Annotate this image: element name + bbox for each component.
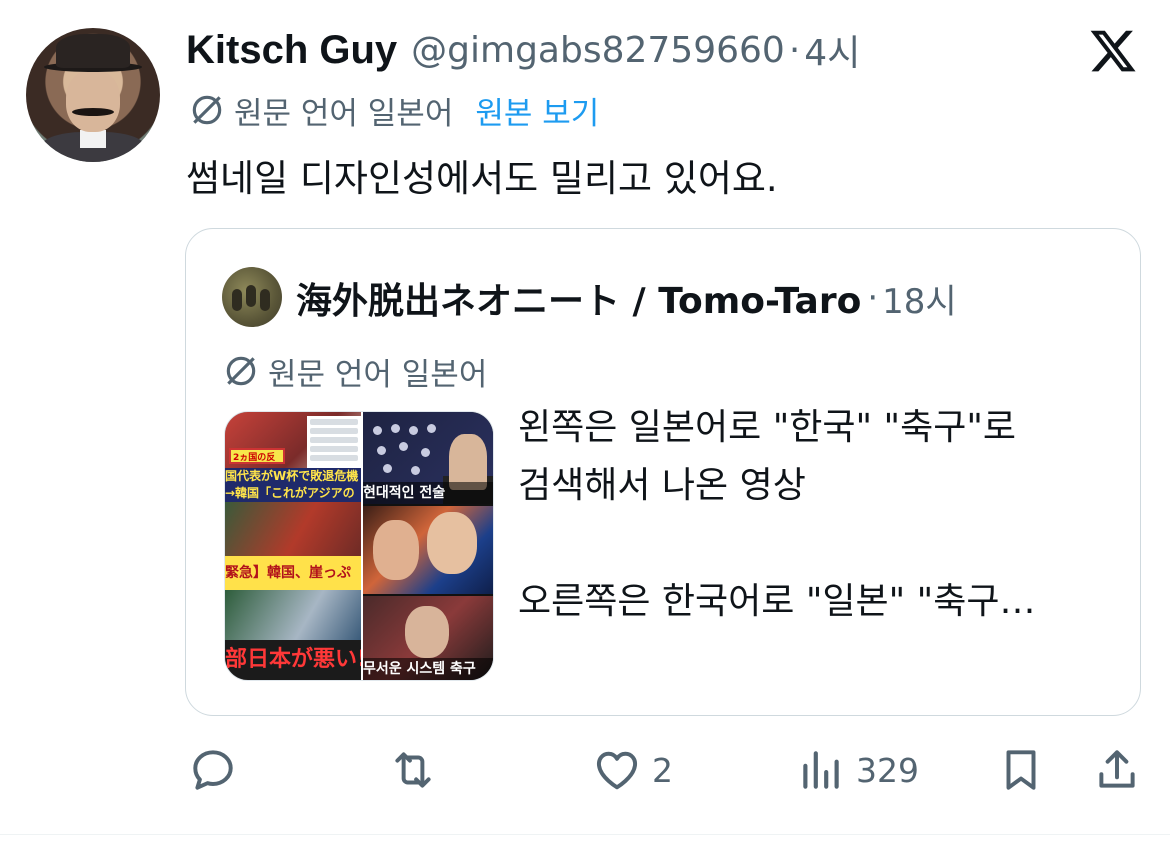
views-chart-icon bbox=[803, 751, 839, 789]
thumb-caption-right-2: 무서운 시스템 축구 bbox=[363, 658, 493, 680]
reply-button[interactable] bbox=[188, 744, 248, 796]
translation-row: 원문 언어 일본어 원본 보기 bbox=[188, 88, 599, 132]
thumb-caption-left-2: 緊急】韓国、崖っぷち bbox=[225, 556, 361, 590]
translate-icon bbox=[192, 95, 222, 125]
translation-note: 원문 언어 일본어 bbox=[234, 95, 454, 132]
author-name[interactable]: Kitsch Guy bbox=[186, 28, 397, 73]
bookmark-icon bbox=[1006, 750, 1036, 790]
quoted-tweet-timestamp[interactable]: 18시 bbox=[882, 274, 957, 323]
heart-icon bbox=[596, 751, 638, 790]
retweet-icon bbox=[395, 752, 431, 788]
retweet-button[interactable] bbox=[388, 744, 448, 796]
quoted-media-thumbnail[interactable]: 2ヵ国の反応! 国代表がW杯で敗退危機→韓国「これがアジアの虎 緊急】韓国、崖っ… bbox=[224, 411, 494, 681]
share-button[interactable] bbox=[1092, 744, 1142, 796]
show-original-link[interactable]: 원본 보기 bbox=[475, 88, 599, 133]
quoted-author-avatar[interactable] bbox=[222, 267, 282, 327]
tweet-timestamp[interactable]: 4시 bbox=[804, 24, 860, 76]
translate-icon bbox=[226, 356, 256, 386]
bookmark-button[interactable] bbox=[996, 744, 1046, 796]
views-count: 329 bbox=[856, 750, 919, 790]
views-button[interactable]: 329 bbox=[796, 744, 919, 796]
x-logo-icon[interactable] bbox=[1088, 26, 1138, 76]
action-bar: 2 329 bbox=[0, 738, 1170, 802]
quoted-tweet-header: 海外脱出ネオニート / Tomo-Taro · 18시 bbox=[296, 271, 957, 325]
thumb-caption-right-1: 현대적인 전술 bbox=[363, 482, 493, 504]
tweet-text: 썸네일 디자인성에서도 밀리고 있어요. bbox=[186, 157, 778, 200]
header-separator: · bbox=[788, 29, 801, 71]
quoted-header-separator: · bbox=[867, 278, 879, 318]
quoted-tweet-text: 왼쪽은 일본어로 "한국" "축구"로 검색해서 나온 영상 오른쪽은 한국어로… bbox=[518, 407, 1036, 622]
quoted-translation-row: 원문 언어 일본어 bbox=[222, 349, 487, 393]
author-handle[interactable]: @gimgabs82759660 bbox=[411, 30, 785, 71]
reply-icon bbox=[193, 750, 233, 790]
thumb-badge: 2ヵ国の反応! bbox=[229, 448, 285, 479]
share-icon bbox=[1099, 750, 1135, 788]
tweet-header: Kitsch Guy @gimgabs82759660 · 4시 bbox=[186, 24, 860, 76]
author-avatar[interactable] bbox=[26, 28, 160, 162]
quoted-translation-note: 원문 언어 일본어 bbox=[268, 356, 488, 393]
thumb-caption-left-3: 部日本が悪い! bbox=[225, 640, 361, 680]
thumb-caption-left-1: 国代表がW杯で敗退危機→韓国「これがアジアの虎 bbox=[225, 468, 361, 502]
like-button[interactable]: 2 bbox=[592, 744, 673, 796]
quoted-author-name[interactable]: 海外脱出ネオニート / Tomo-Taro bbox=[296, 272, 861, 324]
bottom-divider bbox=[0, 834, 1170, 835]
quoted-tweet-card[interactable]: 海外脱出ネオニート / Tomo-Taro · 18시 원문 언어 일본어 2ヵ… bbox=[185, 228, 1141, 716]
like-count: 2 bbox=[652, 750, 673, 790]
